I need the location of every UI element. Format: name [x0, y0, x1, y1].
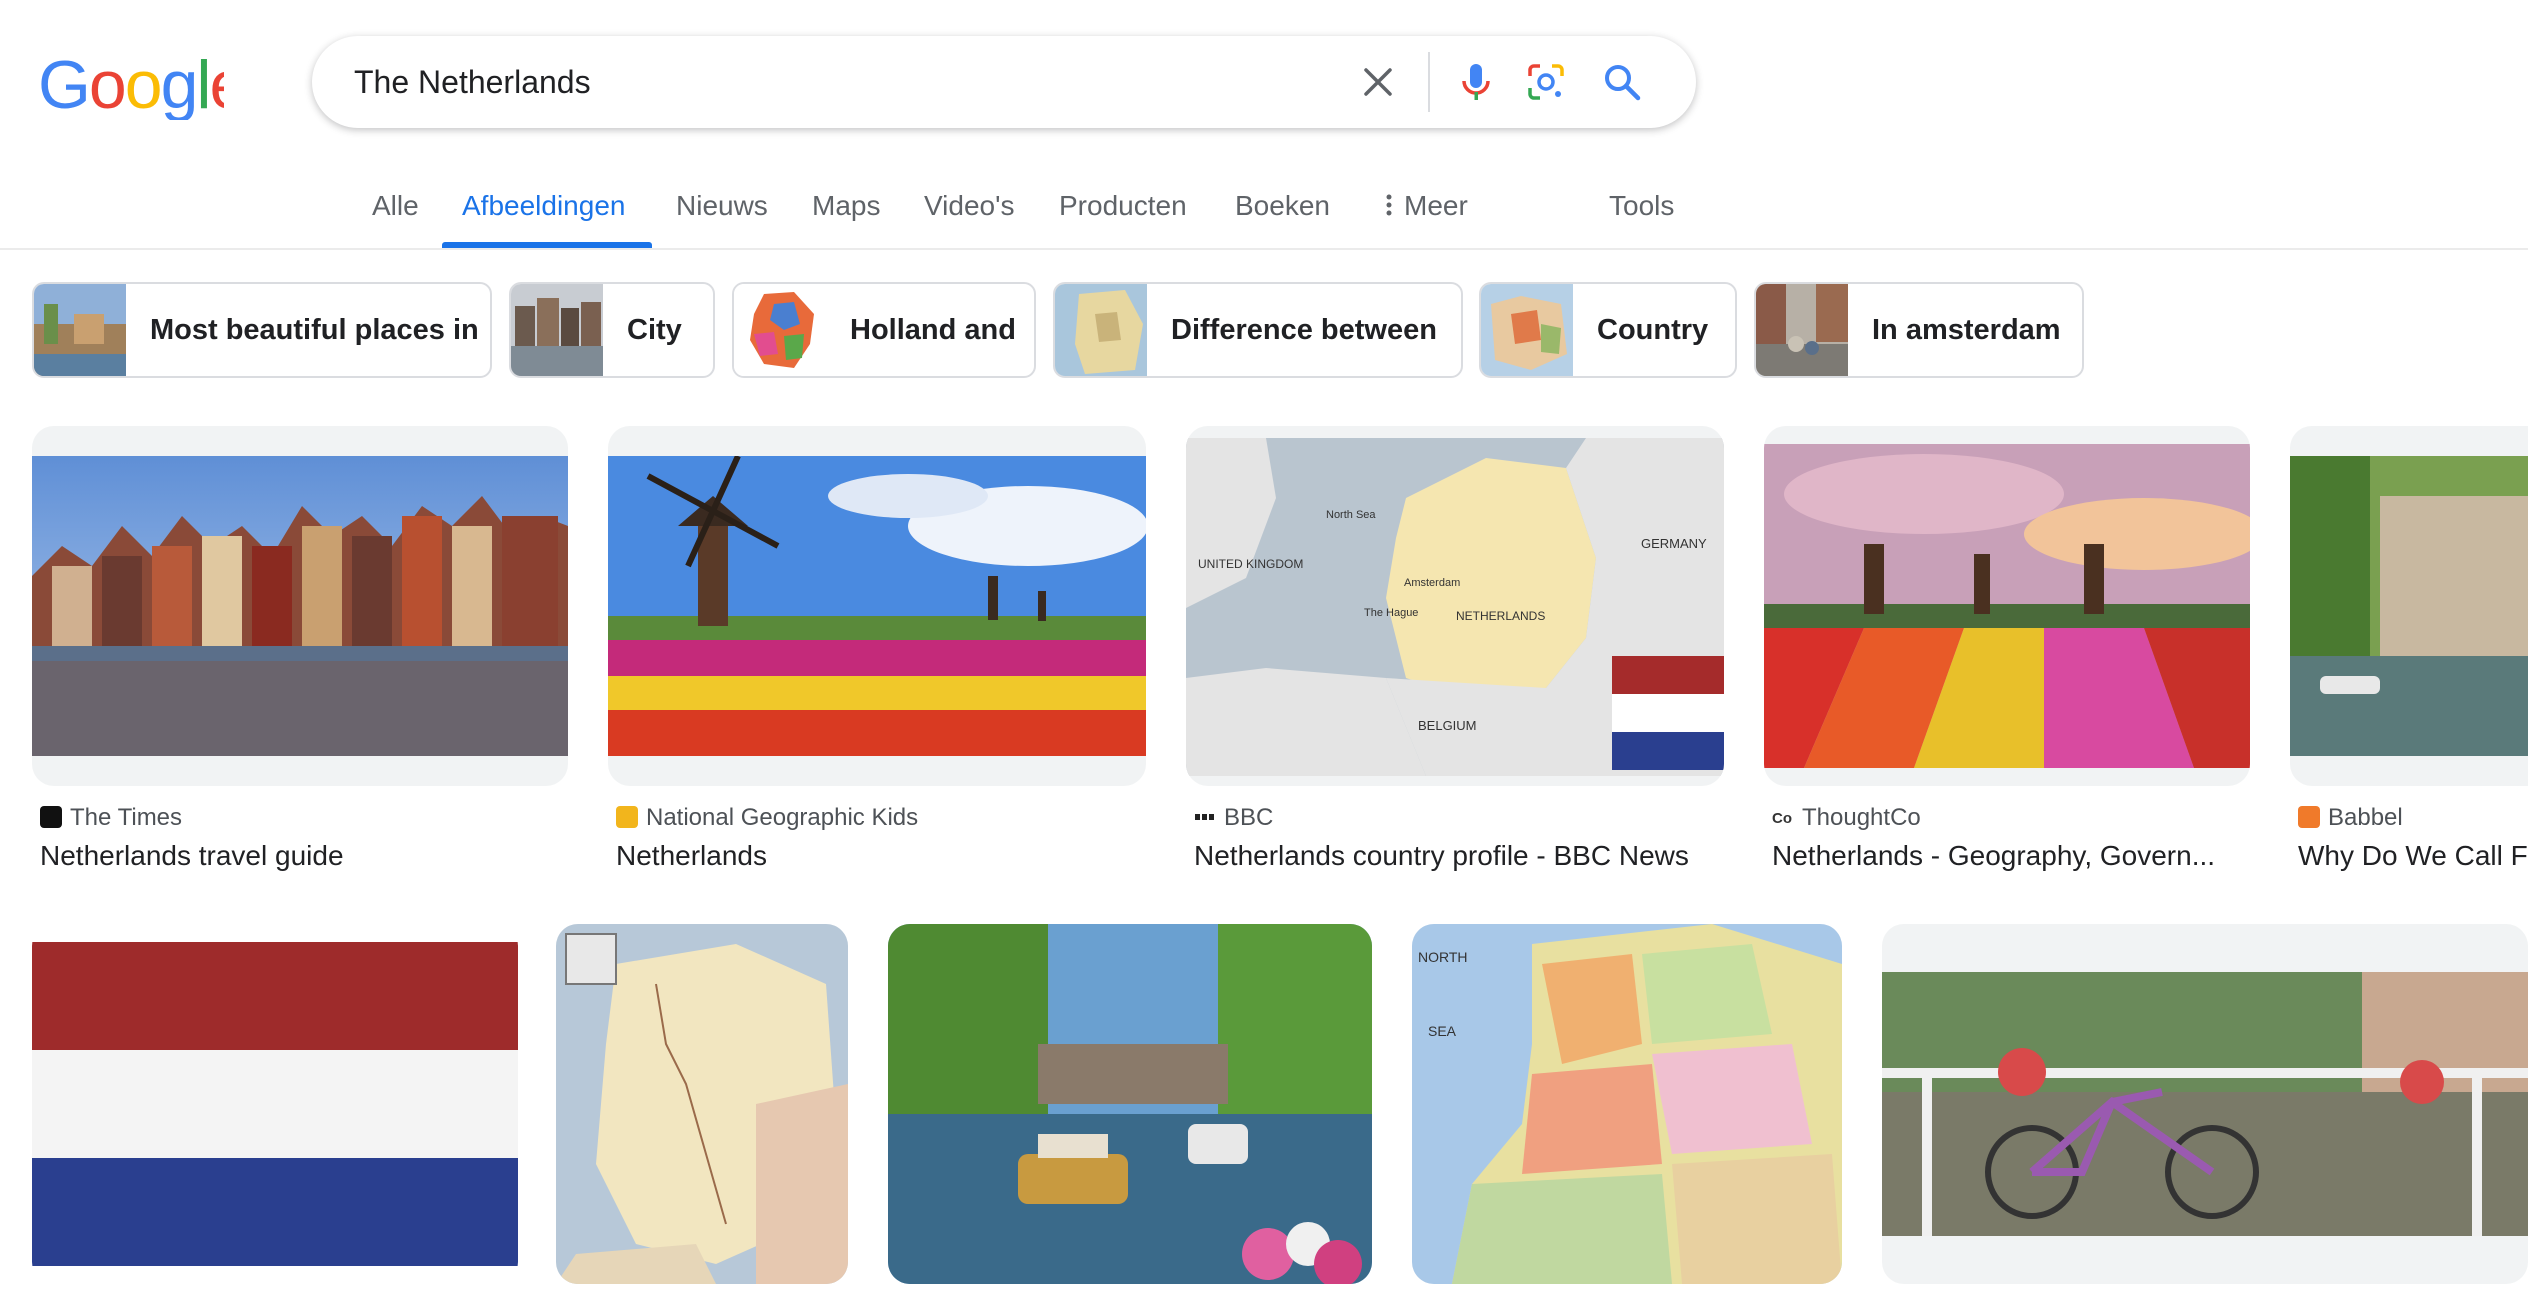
result-source-label: ThoughtCo	[1802, 804, 1921, 831]
result-source-label: BBC	[1224, 804, 1274, 831]
search-icon[interactable]	[1594, 54, 1650, 110]
chip-thumbnail	[1055, 284, 1147, 376]
netherlands-map-image: UNITED KINGDOM North Sea GERMANY Amsterd…	[1186, 438, 1724, 776]
political-map-image	[556, 924, 848, 1284]
tab-videos[interactable]: Video's	[924, 190, 1014, 222]
bicycle-canal-image	[1882, 972, 2528, 1236]
image-card-bbc[interactable]: UNITED KINGDOM North Sea GERMANY Amsterd…	[1186, 426, 1724, 786]
active-tab-indicator	[442, 242, 652, 248]
chip-label: Holland and	[850, 314, 1016, 346]
chip-holland-and[interactable]: Holland and	[732, 282, 1036, 378]
microphone-icon[interactable]	[1448, 54, 1504, 110]
chip-label: In amsterdam	[1872, 314, 2061, 346]
tab-afbeeldingen[interactable]: Afbeeldingen	[462, 190, 625, 222]
province-map-image: NORTH SEA	[1412, 924, 1842, 1284]
tab-producten[interactable]: Producten	[1059, 190, 1187, 222]
result-title[interactable]: Netherlands country profile - BBC News	[1194, 840, 1689, 872]
map-label-sea: SEA	[1428, 1023, 1457, 1039]
tab-maps[interactable]: Maps	[812, 190, 880, 222]
tab-tools[interactable]: Tools	[1609, 190, 1674, 222]
netherlands-flag-image	[32, 942, 518, 1266]
tulip-fields-windmills-image	[1764, 444, 2250, 768]
chip-city[interactable]: City	[509, 282, 715, 378]
svg-text:Co: Co	[1772, 810, 1792, 827]
image-card-natgeo[interactable]	[608, 426, 1146, 786]
map-label-north-sea: North Sea	[1326, 509, 1376, 521]
chip-in-amsterdam[interactable]: In amsterdam	[1754, 282, 2084, 378]
tab-boeken[interactable]: Boeken	[1235, 190, 1330, 222]
chip-most-beautiful-places[interactable]: Most beautiful places in	[32, 282, 492, 378]
result-title[interactable]: Netherlands - Geography, Govern...	[1772, 840, 2232, 872]
chip-thumbnail	[1756, 284, 1848, 376]
result-source[interactable]: Babbel	[2298, 804, 2403, 832]
google-logo[interactable]: Google	[38, 47, 247, 123]
bbc-icon	[1194, 806, 1216, 828]
tab-meer[interactable]: Meer	[1382, 190, 1468, 222]
image-card-province-map[interactable]: NORTH SEA	[1412, 924, 1842, 1284]
chip-thumbnail	[734, 284, 826, 376]
google-logo-mark: Google	[38, 47, 247, 123]
chip-label: Country	[1597, 314, 1709, 346]
chip-country[interactable]: Country	[1479, 282, 1737, 378]
result-source[interactable]: Co ThoughtCo	[1772, 804, 1921, 832]
babbel-icon	[2298, 806, 2320, 828]
canal-houses-image	[32, 456, 568, 756]
result-source-label: National Geographic Kids	[646, 804, 919, 831]
search-input[interactable]: The Netherlands	[354, 64, 591, 101]
chip-label: Difference between	[1171, 314, 1437, 346]
map-label-netherlands: NETHERLANDS	[1456, 609, 1545, 623]
image-card-political-map[interactable]	[556, 924, 848, 1284]
windmill-tulips-image	[608, 456, 1146, 756]
image-card-canal-boat[interactable]	[888, 924, 1372, 1284]
natgeo-kids-icon	[616, 806, 638, 828]
map-label-germany: GERMANY	[1641, 536, 1707, 551]
map-label-amsterdam: Amsterdam	[1404, 577, 1460, 589]
chip-thumbnail	[511, 284, 603, 376]
image-card-thoughtco[interactable]	[1764, 426, 2250, 786]
thoughtco-icon: Co	[1772, 806, 1794, 828]
result-title[interactable]: Why Do We Call F	[2298, 840, 2528, 872]
chip-thumbnail	[1481, 284, 1573, 376]
image-card-babbel[interactable]	[2290, 426, 2528, 786]
result-source-label: The Times	[70, 804, 183, 831]
chip-label: Most beautiful places in	[150, 314, 479, 346]
result-source[interactable]: The Times	[40, 804, 182, 832]
map-label-uk: UNITED KINGDOM	[1198, 557, 1303, 571]
google-lens-icon[interactable]	[1518, 54, 1574, 110]
map-label-the-hague: The Hague	[1364, 607, 1418, 619]
clear-icon[interactable]	[1352, 56, 1404, 108]
result-source[interactable]: National Geographic Kids	[616, 804, 918, 832]
canal-boat-image	[888, 924, 1372, 1284]
tab-meer-label: Meer	[1404, 190, 1468, 221]
map-label-belgium: BELGIUM	[1418, 718, 1477, 733]
search-tabs: Alle Afbeeldingen Nieuws Maps Video's Pr…	[0, 168, 2528, 250]
result-source[interactable]: BBC	[1194, 804, 1273, 832]
search-divider	[1428, 52, 1430, 112]
search-box[interactable]: The Netherlands	[312, 36, 1696, 128]
the-times-icon	[40, 806, 62, 828]
result-title[interactable]: Netherlands	[616, 840, 767, 872]
chip-thumbnail	[34, 284, 126, 376]
chip-label: City	[627, 314, 682, 346]
result-title[interactable]: Netherlands travel guide	[40, 840, 344, 872]
svg-text:Google: Google	[38, 50, 224, 120]
map-label-north: NORTH	[1418, 949, 1468, 965]
tab-nieuws[interactable]: Nieuws	[676, 190, 768, 222]
amsterdam-canal-image	[2290, 456, 2528, 756]
more-vert-icon	[1386, 194, 1392, 216]
chip-difference-between[interactable]: Difference between	[1053, 282, 1463, 378]
result-source-label: Babbel	[2328, 804, 2403, 831]
image-card-times[interactable]	[32, 426, 568, 786]
image-card-flag[interactable]	[32, 924, 518, 1284]
image-card-bicycle[interactable]	[1882, 924, 2528, 1284]
tab-alle[interactable]: Alle	[372, 190, 419, 222]
